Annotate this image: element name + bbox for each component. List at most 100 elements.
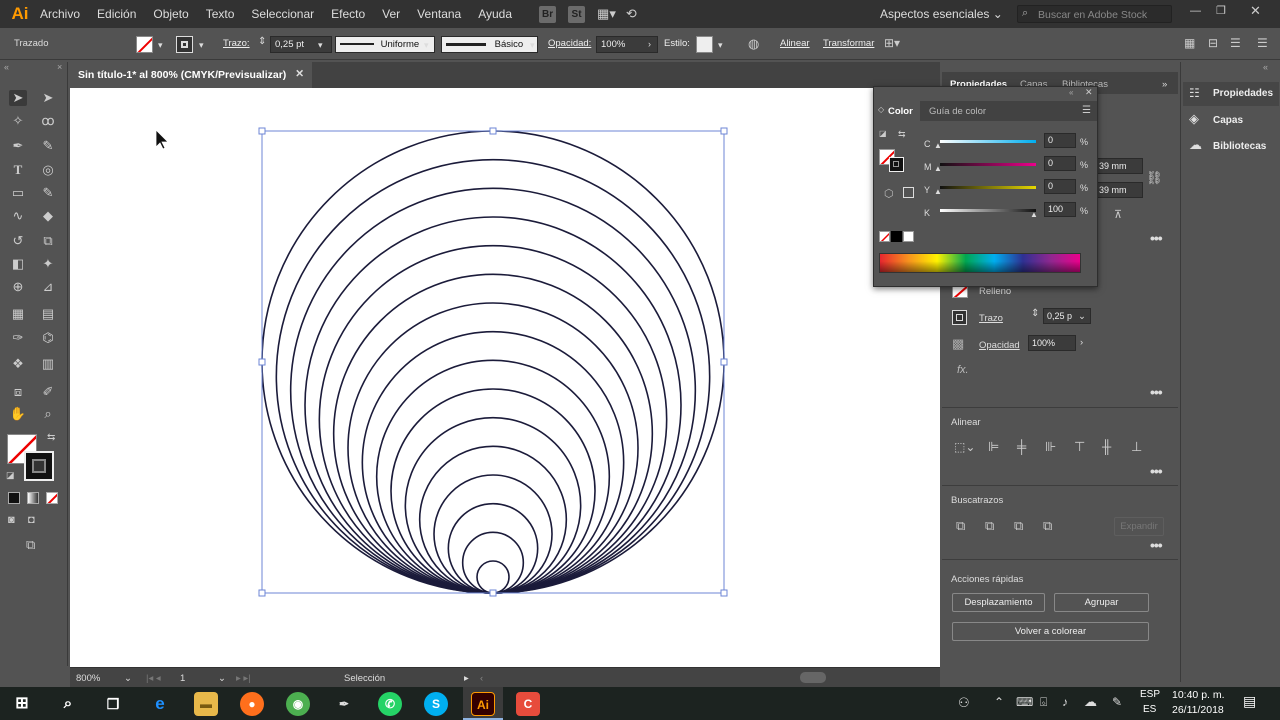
circle-path[interactable]: [304, 216, 682, 594]
minimize-icon[interactable]: —: [1190, 5, 1201, 17]
opacity-arrow-icon[interactable]: ›: [648, 39, 651, 49]
fill-swatch[interactable]: [136, 36, 153, 53]
status-menu-arrow-icon[interactable]: ▸: [464, 673, 469, 684]
yellow-slider-thumb-icon[interactable]: ▲: [934, 187, 942, 196]
circle-path[interactable]: [461, 531, 525, 594]
skype-icon[interactable]: S: [424, 692, 448, 716]
stroke-weight-dropdown-icon[interactable]: ▾: [318, 40, 323, 51]
arrange-icon[interactable]: ▦: [1184, 36, 1195, 50]
circle-path[interactable]: [404, 416, 582, 594]
mini-swap-icon[interactable]: ⇆: [898, 129, 906, 140]
offset-path-button[interactable]: Desplazamiento: [952, 593, 1045, 612]
illustrator-taskbar-item[interactable]: Ai: [463, 687, 503, 720]
windows-start-icon[interactable]: ⊞: [10, 692, 34, 716]
stroke-color-box[interactable]: [24, 451, 54, 481]
cyan-slider-thumb-icon[interactable]: ▲: [934, 141, 942, 150]
transform-more-options[interactable]: •••: [1150, 230, 1163, 246]
variable-width-profile[interactable]: Uniforme: [335, 36, 435, 53]
dock-item-capas[interactable]: ◈ Capas: [1183, 108, 1279, 132]
stock-button[interactable]: St: [568, 5, 586, 23]
circle-path[interactable]: [261, 130, 725, 594]
none-mode-icon[interactable]: [46, 492, 58, 504]
blend-tool-icon[interactable]: ⌬: [39, 330, 57, 346]
align-right-icon[interactable]: ⊪: [1045, 439, 1056, 455]
color-panel-menu-icon[interactable]: ☰: [1082, 105, 1091, 116]
close-toolbar-icon[interactable]: ×: [57, 62, 62, 72]
stroke-label-panel[interactable]: Trazo: [979, 313, 1003, 324]
tab-color[interactable]: ◇ Color: [874, 101, 920, 121]
collapse-panel-icon[interactable]: »: [1162, 79, 1167, 90]
menu-ventana[interactable]: Ventana: [417, 7, 461, 21]
show-hidden-icons-icon[interactable]: ⌃: [994, 695, 1004, 709]
stroke-weight-label[interactable]: Trazo:: [223, 38, 250, 49]
align-top-icon[interactable]: ⊤: [1074, 439, 1085, 455]
puppet-warp-tool-icon[interactable]: ✦: [39, 256, 57, 272]
shape-builder-tool-icon[interactable]: ⊕: [9, 279, 27, 295]
menu-archivo[interactable]: Archivo: [40, 7, 80, 21]
opacity-label-panel[interactable]: Opacidad: [979, 340, 1020, 351]
gpu-performance-icon[interactable]: ⟲: [626, 6, 637, 22]
close-color-panel-icon[interactable]: ✕: [1085, 87, 1093, 98]
circle-path[interactable]: [318, 244, 668, 594]
gradient-tool-icon[interactable]: ▤: [39, 306, 57, 322]
rotate-tool-icon[interactable]: ↺: [9, 233, 27, 249]
edge-browser-icon[interactable]: e: [148, 692, 172, 716]
yellow-input[interactable]: 0: [1044, 179, 1076, 194]
rectangle-tool-icon[interactable]: ▭: [9, 185, 27, 201]
recolor-artwork-icon[interactable]: ◍: [748, 36, 759, 52]
isolate-icon[interactable]: ⊟: [1208, 36, 1218, 50]
clock-time[interactable]: 10:40 p. m.: [1172, 689, 1225, 701]
flip-vertical-icon[interactable]: ⊼: [1114, 208, 1122, 221]
people-icon[interactable]: ⚇: [958, 695, 970, 711]
type-tool-icon[interactable]: T: [9, 162, 27, 178]
align-horizontal-center-icon[interactable]: ╪: [1017, 439, 1026, 454]
last-artboard-icon[interactable]: ▸ ▸|: [236, 673, 251, 684]
hand-tool-icon[interactable]: ✋: [9, 406, 27, 422]
brush-definition[interactable]: Básico: [441, 36, 538, 53]
collapse-color-panel-icon[interactable]: «: [1069, 88, 1073, 97]
magenta-slider-thumb-icon[interactable]: ▲: [934, 164, 942, 173]
notifications-icon[interactable]: ▤: [1243, 693, 1256, 710]
color-spectrum[interactable]: [879, 253, 1081, 273]
stroke-weight-panel-dropdown-icon[interactable]: ⌄: [1078, 311, 1086, 322]
out-of-gamut-cube-icon[interactable]: ⬡: [884, 187, 894, 200]
menu-objeto[interactable]: Objeto: [153, 7, 188, 21]
artboard-number[interactable]: 1: [180, 673, 185, 684]
black-input[interactable]: 100: [1044, 202, 1076, 217]
draw-normal-icon[interactable]: ◙: [8, 514, 15, 526]
height-field[interactable]: 39 mm: [1095, 182, 1143, 198]
stroke-swatch-panel[interactable]: [952, 310, 967, 325]
clock-date[interactable]: 26/11/2018: [1172, 704, 1224, 716]
search-taskbar-icon[interactable]: ⌕: [56, 692, 80, 716]
slice-tool-icon[interactable]: ✐: [39, 384, 57, 400]
width-tool-icon[interactable]: ◧: [9, 256, 27, 272]
artboard-tool-icon[interactable]: ⧈: [9, 384, 27, 400]
white-swatch[interactable]: [903, 231, 914, 242]
paintbrush-tool-icon[interactable]: ✎: [39, 185, 57, 201]
expand-button[interactable]: Expandir: [1114, 517, 1164, 536]
menu-texto[interactable]: Texto: [206, 7, 235, 21]
panel-menu-icon[interactable]: ☰: [1257, 36, 1268, 50]
control-panel-menu-icon[interactable]: ☰: [1230, 36, 1241, 50]
style-dropdown-icon[interactable]: ▾: [718, 40, 723, 51]
align-vertical-center-icon[interactable]: ╫: [1102, 439, 1111, 454]
language-bottom[interactable]: ES: [1143, 704, 1156, 715]
magenta-input[interactable]: 0: [1044, 156, 1076, 171]
zoom-dropdown-icon[interactable]: ⌄: [124, 673, 132, 684]
stock-search-box[interactable]: ⌕ Buscar en Adobe Stock: [1017, 5, 1172, 23]
recolor-button[interactable]: Volver a colorear: [952, 622, 1149, 641]
magenta-slider[interactable]: [940, 163, 1036, 166]
pen-ink-icon[interactable]: ✎: [1112, 695, 1122, 709]
whatsapp-icon[interactable]: ✆: [378, 692, 402, 716]
cyan-input[interactable]: 0: [1044, 133, 1076, 148]
swap-fill-stroke-icon[interactable]: ⇆: [47, 432, 55, 443]
scale-tool-icon[interactable]: ⧉: [39, 233, 57, 249]
cyan-slider[interactable]: [940, 140, 1036, 143]
intersect-icon[interactable]: ⧉: [1014, 518, 1023, 534]
maximize-icon[interactable]: ❐: [1216, 4, 1226, 17]
menu-seleccionar[interactable]: Seleccionar: [251, 7, 314, 21]
zoom-level[interactable]: 800%: [76, 673, 100, 684]
circle-path[interactable]: [390, 388, 596, 594]
menu-efecto[interactable]: Efecto: [331, 7, 365, 21]
black-swatch[interactable]: [891, 231, 902, 242]
